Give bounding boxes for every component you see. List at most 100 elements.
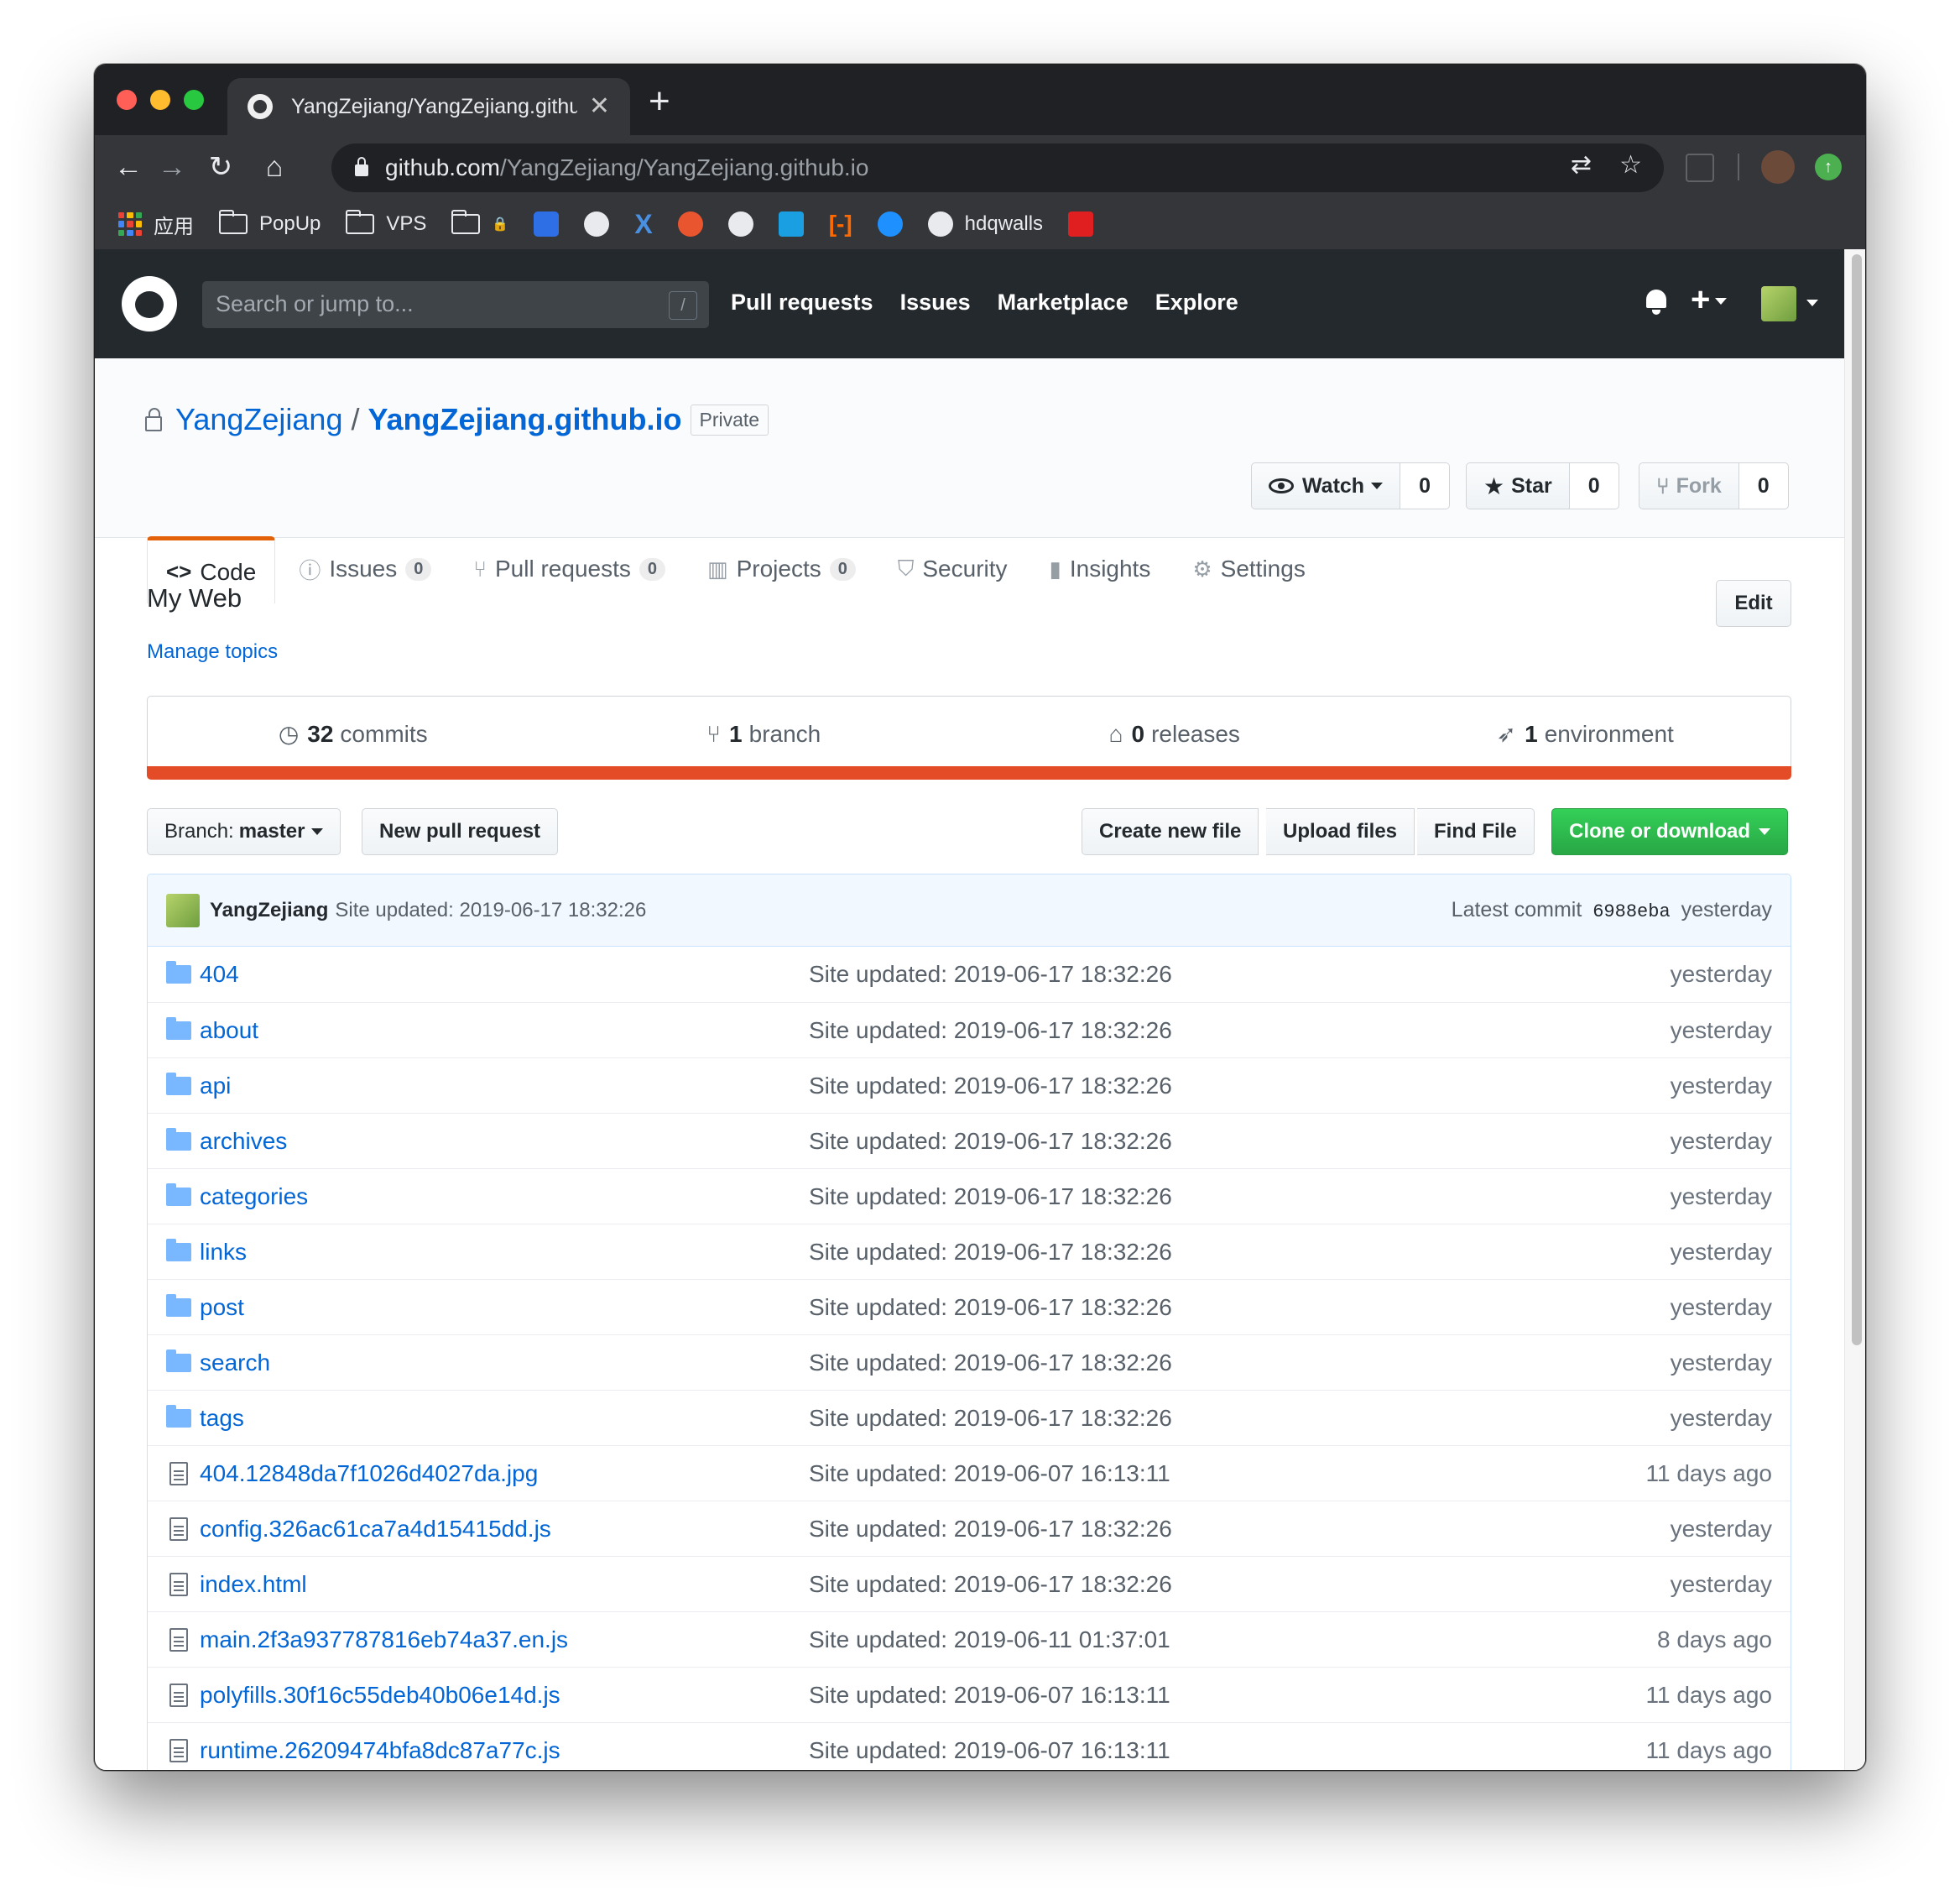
star-count[interactable]: 0	[1569, 462, 1619, 509]
file-commit-message[interactable]: Site updated: 2019-06-17 18:32:26	[809, 1128, 1172, 1155]
reload-icon[interactable]: ↻	[202, 149, 239, 185]
file-commit-message[interactable]: Site updated: 2019-06-17 18:32:26	[809, 1017, 1172, 1044]
page-scrollbar[interactable]	[1844, 249, 1865, 1770]
tab-close-icon[interactable]: ✕	[589, 94, 610, 119]
nav-pull-requests[interactable]: Pull requests	[731, 290, 873, 316]
file-name-link[interactable]: polyfills.30f16c55deb40b06e14d.js	[200, 1682, 560, 1709]
tab-settings[interactable]: ⚙ Settings	[1174, 536, 1323, 602]
new-tab-button[interactable]: +	[649, 83, 670, 120]
file-commit-message[interactable]: Site updated: 2019-06-17 18:32:26	[809, 1239, 1172, 1266]
clone-or-download-button[interactable]: Clone or download	[1551, 808, 1788, 855]
extension-icon[interactable]	[1686, 154, 1714, 182]
forward-icon[interactable]: →	[154, 149, 190, 185]
user-avatar[interactable]	[1761, 286, 1796, 321]
bookmark-globe[interactable]	[727, 211, 753, 237]
bookmark-hdqwalls[interactable]: hdqwalls	[927, 211, 1043, 237]
new-pull-request-button[interactable]: New pull request	[362, 808, 559, 855]
tab-issues[interactable]: ⓘ Issues 0	[280, 536, 450, 602]
chevron-down-icon[interactable]	[1806, 300, 1818, 306]
tab-insights[interactable]: ▮ Insights	[1031, 536, 1170, 602]
tab-pull-requests[interactable]: ⑂ Pull requests 0	[455, 536, 684, 602]
file-name-link[interactable]: post	[200, 1294, 244, 1321]
releases-link[interactable]: ⌂ 0 releases	[969, 697, 1380, 771]
update-icon[interactable]: ↑	[1815, 154, 1842, 180]
bookmark-popup[interactable]: PopUp	[219, 210, 321, 236]
language-bar[interactable]	[147, 766, 1791, 780]
bookmark-bracket[interactable]: [-]	[829, 211, 852, 238]
home-icon[interactable]: ⌂	[256, 149, 293, 185]
bookmark-github[interactable]	[584, 211, 610, 237]
nav-issues[interactable]: Issues	[900, 290, 971, 316]
search-input[interactable]: Search or jump to... /	[202, 281, 709, 328]
file-name-link[interactable]: links	[200, 1239, 247, 1266]
branches-link[interactable]: ⑂ 1 branch	[559, 697, 970, 771]
file-name-link[interactable]: runtime.26209474bfa8dc87a77c.js	[200, 1737, 560, 1764]
file-name-link[interactable]: archives	[200, 1128, 287, 1155]
nav-explore[interactable]: Explore	[1155, 290, 1238, 316]
browser-tab[interactable]: YangZejiang/YangZejiang.github.io ✕	[227, 78, 630, 135]
file-commit-message[interactable]: Site updated: 2019-06-17 18:32:26	[809, 1516, 1172, 1543]
profile-avatar[interactable]	[1761, 150, 1795, 184]
file-name-link[interactable]: main.2f3a937787816eb74a37.en.js	[200, 1626, 568, 1653]
file-name-link[interactable]: api	[200, 1073, 231, 1099]
watch-button[interactable]: Watch	[1251, 462, 1401, 509]
manage-topics-link[interactable]: Manage topics	[147, 640, 278, 664]
watch-count[interactable]: 0	[1400, 462, 1450, 509]
close-window-button[interactable]	[117, 90, 137, 110]
tab-security[interactable]: ⛉ Security	[879, 536, 1026, 602]
bookmark-alipay[interactable]	[778, 211, 804, 237]
tab-projects[interactable]: ▥ Projects 0	[689, 536, 874, 602]
commit-message[interactable]: Site updated: 2019-06-17 18:32:26	[335, 899, 646, 922]
translate-icon[interactable]: ⇄	[1571, 150, 1592, 180]
notifications-bell-icon[interactable]	[1644, 288, 1669, 315]
file-name-link[interactable]: config.326ac61ca7a4d15415dd.js	[200, 1516, 551, 1543]
commit-sha[interactable]: 6988eba	[1592, 901, 1670, 922]
file-commit-message[interactable]: Site updated: 2019-06-07 16:13:11	[809, 1460, 1170, 1487]
minimize-window-button[interactable]	[150, 90, 170, 110]
file-name-link[interactable]: tags	[200, 1405, 244, 1432]
file-commit-message[interactable]: Site updated: 2019-06-17 18:32:26	[809, 1294, 1172, 1321]
bookmark-paw[interactable]	[534, 211, 560, 237]
edit-description-button[interactable]: Edit	[1716, 580, 1791, 627]
repo-owner-link[interactable]: YangZejiang	[175, 402, 342, 437]
create-new-file-button[interactable]: Create new file	[1082, 808, 1259, 855]
back-icon[interactable]: ←	[110, 149, 147, 185]
avatar[interactable]	[166, 893, 200, 927]
file-commit-message[interactable]: Site updated: 2019-06-07 16:13:11	[809, 1682, 1170, 1709]
branch-select-button[interactable]: Branch: master	[147, 808, 341, 855]
file-name-link[interactable]: search	[200, 1349, 270, 1376]
file-commit-message[interactable]: Site updated: 2019-06-07 16:13:11	[809, 1737, 1170, 1764]
commits-link[interactable]: ◷ 32 commits	[148, 697, 559, 771]
file-name-link[interactable]: categories	[200, 1183, 308, 1210]
file-commit-message[interactable]: Site updated: 2019-06-11 01:37:01	[809, 1626, 1170, 1653]
upload-files-button[interactable]: Upload files	[1266, 808, 1415, 855]
nav-marketplace[interactable]: Marketplace	[998, 290, 1129, 316]
file-commit-message[interactable]: Site updated: 2019-06-17 18:32:26	[809, 1183, 1172, 1210]
fork-count[interactable]: 0	[1738, 462, 1789, 509]
file-name-link[interactable]: 404	[200, 961, 239, 988]
bookmark-locked-folder[interactable]: 🔒	[451, 210, 508, 234]
file-commit-message[interactable]: Site updated: 2019-06-17 18:32:26	[809, 1073, 1172, 1099]
address-bar[interactable]: github.com /YangZejiang/YangZejiang.gith…	[331, 144, 1664, 192]
find-file-button[interactable]: Find File	[1417, 808, 1535, 855]
file-name-link[interactable]: index.html	[200, 1571, 307, 1598]
github-logo-icon[interactable]	[122, 276, 177, 331]
fork-button[interactable]: ⑂ Fork	[1639, 462, 1739, 509]
environments-link[interactable]: ➶ 1 environment	[1380, 697, 1791, 771]
create-new-menu[interactable]: +	[1691, 281, 1728, 319]
file-name-link[interactable]: 404.12848da7f1026d4027da.jpg	[200, 1460, 538, 1487]
file-name-link[interactable]: about	[200, 1017, 258, 1044]
file-commit-message[interactable]: Site updated: 2019-06-17 18:32:26	[809, 1405, 1172, 1432]
bookmark-star-icon[interactable]: ☆	[1619, 150, 1642, 180]
file-commit-message[interactable]: Site updated: 2019-06-17 18:32:26	[809, 1571, 1172, 1598]
bookmark-chat[interactable]	[677, 211, 703, 237]
star-button[interactable]: ★ Star	[1466, 462, 1570, 509]
bookmark-x[interactable]: X	[634, 209, 652, 240]
scrollbar-thumb[interactable]	[1852, 254, 1862, 1345]
zoom-window-button[interactable]	[184, 90, 204, 110]
file-commit-message[interactable]: Site updated: 2019-06-17 18:32:26	[809, 961, 1172, 988]
bookmark-apps[interactable]: 应用	[118, 210, 194, 239]
repo-name-link[interactable]: YangZejiang.github.io	[368, 402, 682, 437]
bookmark-bird[interactable]	[877, 211, 903, 237]
bookmark-red[interactable]	[1068, 211, 1094, 237]
